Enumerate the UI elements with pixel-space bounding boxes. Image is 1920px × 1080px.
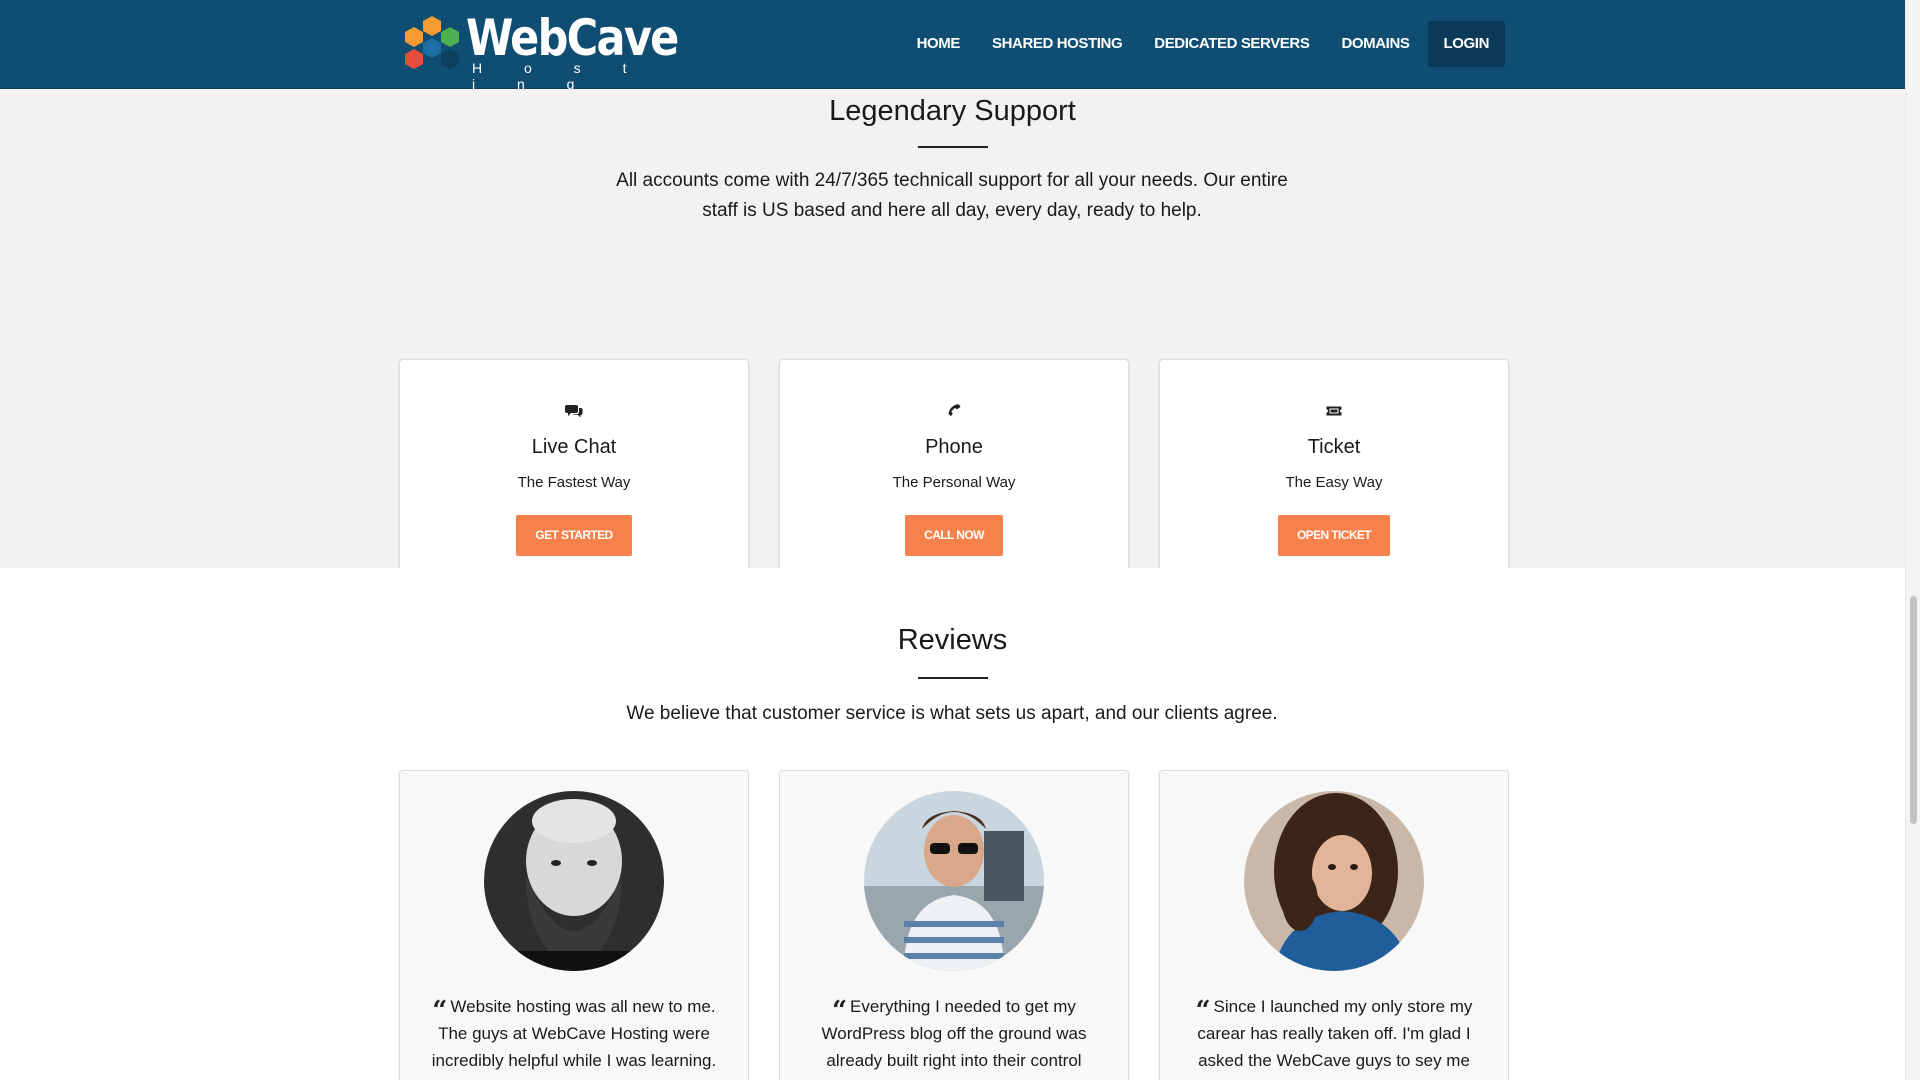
- card-tagline: The Fastest Way: [517, 474, 631, 491]
- support-subtitle: All accounts come with 24/7/365 technica…: [616, 170, 1288, 221]
- review-card: “Website hosting was all new to me. The …: [399, 770, 749, 1080]
- hexagon-logo-icon: [405, 16, 459, 69]
- reviews-title-divider: [918, 677, 988, 679]
- reviews-subtitle: We believe that customer service is what…: [626, 703, 1278, 724]
- curly-hair-woman-avatar: [1244, 791, 1424, 971]
- nav-domains[interactable]: DOMAINS: [1325, 21, 1425, 67]
- support-card-ticket: Ticket The Easy Way OPEN TICKET: [1159, 359, 1509, 597]
- reviews-title: Reviews: [897, 624, 1008, 656]
- logo-wordmark: WebCave: [466, 9, 679, 67]
- support-card-live-chat: Live Chat The Fastest Way GET STARTED: [399, 359, 749, 597]
- support-section: Legendary Support All accounts come with…: [0, 89, 1905, 597]
- sunglasses-man-avatar: [864, 791, 1044, 971]
- chat-icon: [565, 405, 583, 418]
- bearded-man-avatar: [484, 791, 664, 971]
- support-title: Legendary Support: [829, 95, 1076, 127]
- card-title: Phone: [925, 436, 983, 458]
- review-card: “Since I launched my only store my carea…: [1159, 770, 1509, 1080]
- page-scrollbar[interactable]: [1905, 0, 1920, 1080]
- nav-login[interactable]: LOGIN: [1427, 21, 1505, 67]
- top-navbar: WebCave H o s t i n g HOME SHARED HOSTIN…: [0, 0, 1905, 92]
- logo-tagline: H o s t i n g: [472, 60, 646, 92]
- card-tagline: The Easy Way: [1285, 474, 1383, 491]
- quote-icon: “: [1195, 996, 1211, 1026]
- phone-icon: [948, 404, 961, 417]
- nav-home[interactable]: HOME: [901, 21, 976, 67]
- site-logo[interactable]: WebCave H o s t i n g: [400, 10, 679, 92]
- support-card-phone: Phone The Personal Way CALL NOW: [779, 359, 1129, 597]
- card-tagline: The Personal Way: [892, 474, 1016, 491]
- call-now-button[interactable]: CALL NOW: [905, 515, 1003, 556]
- ticket-icon: [1326, 406, 1342, 416]
- card-title: Ticket: [1307, 436, 1361, 458]
- scrollbar-thumb[interactable]: [1910, 596, 1917, 824]
- reviews-section: Reviews We believe that customer service…: [0, 568, 1905, 1080]
- support-title-divider: [918, 146, 988, 148]
- main-nav: HOME SHARED HOSTING DEDICATED SERVERS DO…: [901, 21, 1505, 67]
- quote-icon: “: [432, 996, 448, 1026]
- review-card: “Everything I needed to get my WordPress…: [779, 770, 1129, 1080]
- nav-shared-hosting[interactable]: SHARED HOSTING: [976, 21, 1138, 67]
- get-started-button[interactable]: GET STARTED: [516, 515, 632, 556]
- review-text: Everything I needed to get my WordPress …: [821, 997, 1087, 1070]
- quote-icon: “: [832, 996, 848, 1026]
- review-text: Since I launched my only store my carear…: [1197, 997, 1473, 1070]
- nav-dedicated-servers[interactable]: DEDICATED SERVERS: [1138, 21, 1325, 67]
- open-ticket-button[interactable]: OPEN TICKET: [1277, 515, 1391, 556]
- card-title: Live Chat: [531, 436, 617, 458]
- review-text: Website hosting was all new to me. The g…: [431, 997, 717, 1070]
